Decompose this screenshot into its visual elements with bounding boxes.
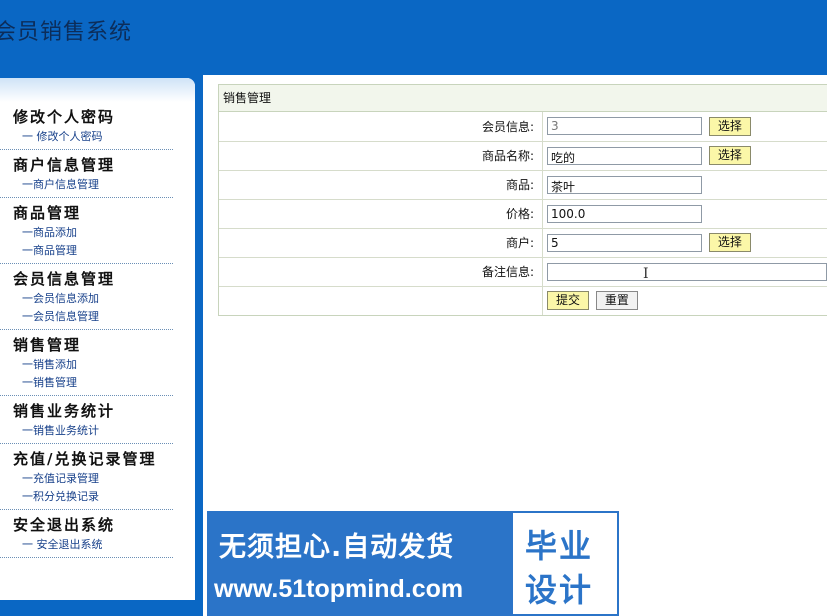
menu-title-sales: 销售管理	[13, 336, 82, 354]
merchant-input[interactable]: 5	[547, 233, 702, 252]
member-select-button[interactable]: 选择	[708, 116, 751, 136]
member-label: 会员信息:	[219, 112, 543, 142]
submit-button[interactable]: 提交	[547, 291, 590, 311]
watermark-badge: 毕业 设计	[511, 511, 619, 616]
menu-group-member: 会员信息管理 一会员信息添加 一会员信息管理	[0, 264, 173, 330]
text-cursor-icon: I	[643, 266, 649, 282]
menu-item-recharge-records[interactable]: 一充值记录管理	[0, 470, 173, 488]
form-row-product-name: 商品名称: 吃的 选择	[219, 141, 827, 171]
menu-group-product: 商品管理 一商品添加 一商品管理	[0, 198, 173, 264]
menu-item-member-add[interactable]: 一会员信息添加	[0, 290, 173, 308]
product-select-button[interactable]: 选择	[708, 146, 751, 165]
menu-group-merchant: 商户信息管理 一商户信息管理	[0, 150, 173, 198]
menu-title-merchant: 商户信息管理	[13, 156, 116, 174]
form-row-price: 价格: 100.0	[219, 199, 827, 229]
watermark-banner: 无须担心.自动发货 www.51topmind.com 毕业 设计	[207, 511, 619, 616]
sales-form-panel: 销售管理 会员信息: 3 选择 商品名称: 吃的 选择 商品: 茶叶 价格: 1…	[218, 84, 827, 316]
form-row-actions: 提交 重置	[219, 286, 827, 315]
menu-item-sales-manage[interactable]: 一销售管理	[0, 374, 173, 392]
menu-group-recharge: 充值/兑换记录管理 一充值记录管理 一积分兑换记录	[0, 444, 173, 510]
sidebar: 修改个人密码 一 修改个人密码 商户信息管理 一商户信息管理 商品管理 一商品添…	[0, 78, 195, 600]
remark-label: 备注信息:	[219, 257, 543, 287]
menu-item-sales-add[interactable]: 一销售添加	[0, 356, 173, 374]
menu-group-stats: 销售业务统计 一销售业务统计	[0, 396, 173, 444]
product-label: 商品:	[219, 170, 543, 200]
menu-title-stats: 销售业务统计	[13, 402, 116, 420]
product-input[interactable]: 茶叶	[547, 175, 702, 194]
menu-group-logout: 安全退出系统 一 安全退出系统	[0, 510, 173, 558]
menu-title-recharge: 充值/兑换记录管理	[13, 450, 157, 468]
watermark-url: www.51topmind.com	[214, 575, 464, 603]
product-name-input[interactable]: 吃的	[547, 146, 702, 165]
price-label: 价格:	[219, 199, 543, 229]
form-row-remark: 备注信息:	[219, 257, 827, 287]
header-bar: 会员销售系统	[0, 0, 827, 75]
panel-title: 销售管理	[219, 85, 827, 112]
watermark-badge-line2: 设计	[525, 571, 594, 609]
menu-title-product: 商品管理	[13, 204, 82, 222]
price-input[interactable]: 100.0	[547, 204, 702, 223]
form-row-product: 商品: 茶叶	[219, 170, 827, 200]
member-input[interactable]: 3	[547, 117, 702, 136]
menu-title-password: 修改个人密码	[13, 108, 116, 126]
reset-button[interactable]: 重置	[595, 291, 638, 311]
menu-item-product-add[interactable]: 一商品添加	[0, 224, 173, 242]
menu-item-logout[interactable]: 一 安全退出系统	[0, 536, 173, 554]
menu-item-product-manage[interactable]: 一商品管理	[0, 242, 173, 260]
menu-item-merchant-manage[interactable]: 一商户信息管理	[0, 176, 173, 194]
menu-title-member: 会员信息管理	[13, 270, 116, 288]
watermark-slogan: 无须担心.自动发货	[219, 532, 455, 563]
menu-item-change-password[interactable]: 一 修改个人密码	[0, 128, 173, 146]
form-row-member: 会员信息: 3 选择	[219, 112, 827, 142]
sales-form-table: 会员信息: 3 选择 商品名称: 吃的 选择 商品: 茶叶 价格: 100.0 …	[219, 112, 827, 315]
product-name-label: 商品名称:	[219, 141, 543, 171]
merchant-label: 商户:	[219, 228, 543, 258]
sidebar-frame: 修改个人密码 一 修改个人密码 商户信息管理 一商户信息管理 商品管理 一商品添…	[0, 75, 203, 616]
sidebar-top-gradient	[0, 78, 195, 102]
menu-group-sales: 销售管理 一销售添加 一销售管理	[0, 330, 173, 396]
menu-item-points-exchange[interactable]: 一积分兑换记录	[0, 488, 173, 506]
menu-item-member-manage[interactable]: 一会员信息管理	[0, 308, 173, 326]
menu-title-logout: 安全退出系统	[13, 516, 116, 534]
merchant-select-button[interactable]: 选择	[708, 233, 751, 252]
watermark-badge-line1: 毕业	[525, 527, 594, 565]
remark-input[interactable]	[547, 262, 827, 281]
menu-item-sales-stats[interactable]: 一销售业务统计	[0, 422, 173, 440]
app-title: 会员销售系统	[0, 20, 133, 45]
form-row-merchant: 商户: 5 选择	[219, 228, 827, 258]
menu-group-password: 修改个人密码 一 修改个人密码	[0, 102, 173, 150]
